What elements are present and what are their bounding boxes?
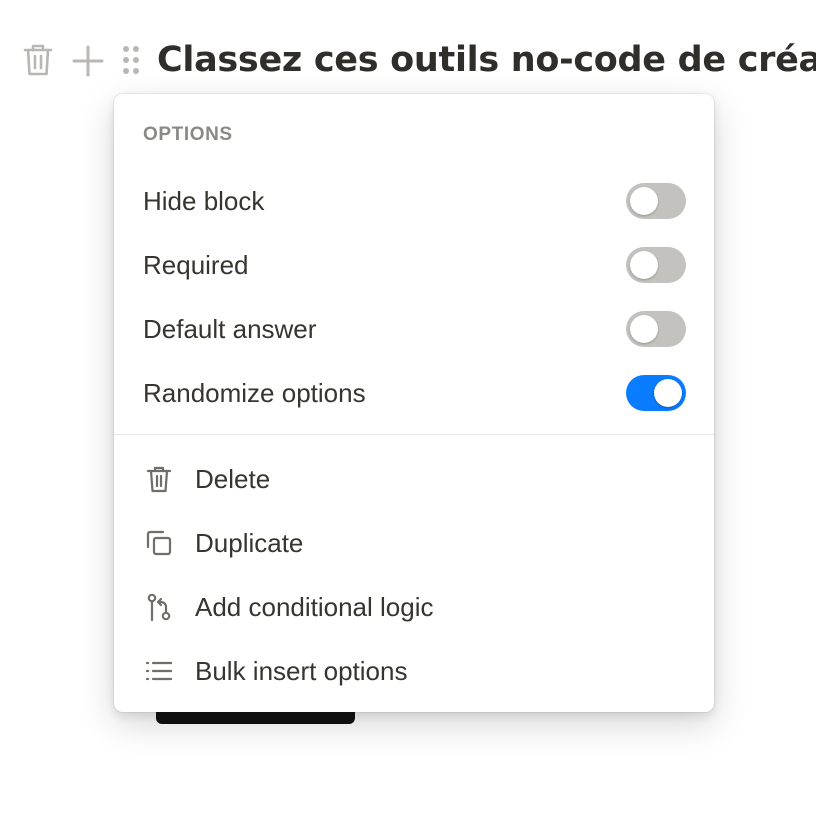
menu-divider	[114, 434, 714, 435]
action-label: Add conditional logic	[195, 592, 434, 622]
action-duplicate[interactable]: Duplicate	[114, 518, 714, 568]
option-label: Randomize options	[143, 378, 366, 408]
toggle-knob	[630, 187, 658, 215]
branch-icon	[147, 593, 171, 622]
action-label: Bulk insert options	[195, 656, 408, 686]
action-add-conditional-logic[interactable]: Add conditional logic	[114, 582, 714, 632]
option-hide-block[interactable]: Hide block	[114, 176, 714, 226]
duplicate-icon	[146, 530, 172, 556]
hide-block-toggle[interactable]	[626, 183, 686, 219]
default-answer-toggle[interactable]	[626, 311, 686, 347]
add-block-icon[interactable]	[71, 44, 105, 78]
list-icon	[145, 661, 173, 681]
option-randomize-options[interactable]: Randomize options	[114, 368, 714, 418]
options-section-label: OPTIONS	[143, 124, 233, 145]
action-label: Duplicate	[195, 528, 304, 558]
trash-icon	[146, 466, 172, 493]
required-toggle[interactable]	[626, 247, 686, 283]
action-bulk-insert-options[interactable]: Bulk insert options	[114, 646, 714, 696]
option-label: Default answer	[143, 314, 317, 344]
randomize-options-toggle[interactable]	[626, 375, 686, 411]
block-options-menu: OPTIONS Hide block Required Default answ…	[114, 94, 714, 712]
option-required[interactable]: Required	[114, 240, 714, 290]
option-label: Required	[143, 250, 249, 280]
toggle-knob	[654, 379, 682, 407]
toggle-knob	[630, 251, 658, 279]
drag-handle-icon[interactable]	[121, 44, 141, 76]
delete-block-icon[interactable]	[22, 42, 54, 78]
toggle-knob	[630, 315, 658, 343]
option-default-answer[interactable]: Default answer	[114, 304, 714, 354]
block-title[interactable]: Classez ces outils no-code de créa	[157, 36, 816, 84]
action-delete[interactable]: Delete	[114, 454, 714, 504]
action-label: Delete	[195, 464, 271, 494]
option-label: Hide block	[143, 186, 265, 216]
